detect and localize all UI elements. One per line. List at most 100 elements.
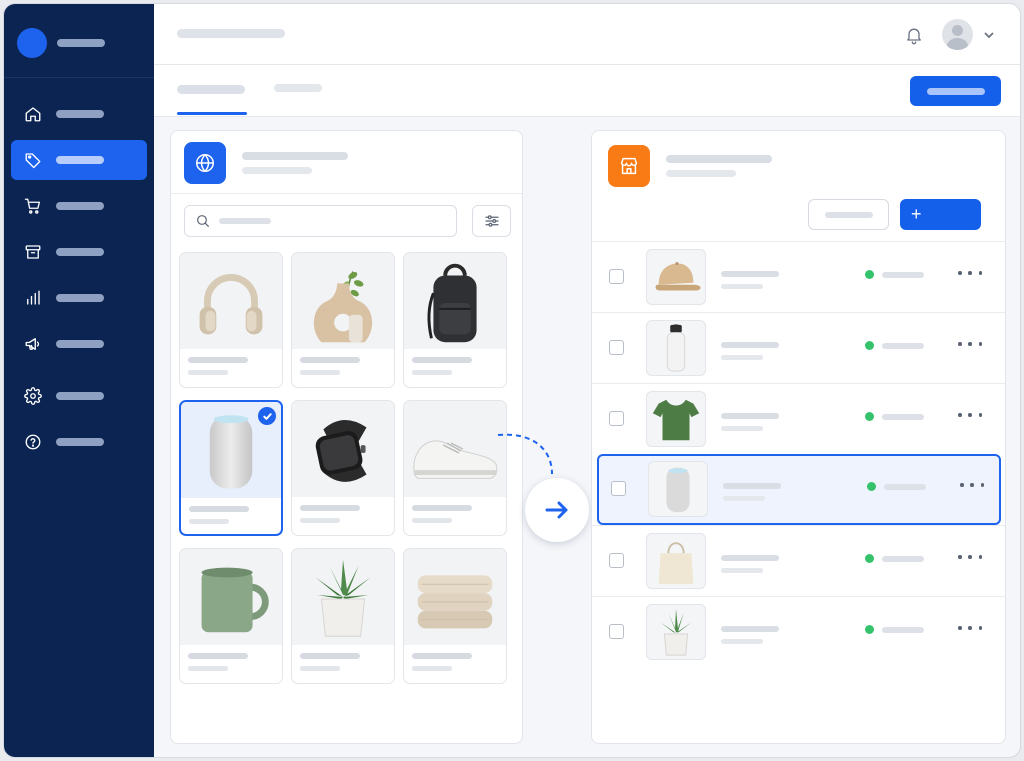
filter-button[interactable] [472, 205, 511, 237]
sliders-icon [484, 215, 499, 227]
tab-second[interactable] [274, 84, 322, 92]
home-icon [25, 107, 41, 122]
primary-action-button[interactable] [910, 76, 1001, 106]
bar-chart-icon [27, 290, 40, 305]
app-window: + [3, 3, 1021, 758]
catalog-header-icon [184, 142, 226, 184]
sidebar-item-marketing[interactable] [11, 324, 147, 364]
sidebar-item-help[interactable] [11, 422, 147, 462]
row-checkbox[interactable] [609, 553, 624, 568]
product-card-selected[interactable] [179, 400, 283, 536]
status-active-dot [865, 554, 874, 563]
search-input[interactable] [184, 205, 457, 237]
megaphone-icon [25, 338, 40, 350]
sidebar-item-home[interactable] [11, 94, 147, 134]
row-checkbox[interactable] [609, 411, 624, 426]
status-active-dot [865, 341, 874, 350]
product-card[interactable] [291, 548, 395, 684]
secondary-action-button[interactable] [808, 199, 889, 230]
status-active-dot [865, 270, 874, 279]
help-icon [25, 434, 41, 450]
brand-name-placeholder [57, 39, 105, 47]
list-item[interactable] [592, 312, 1005, 383]
store-subtitle-placeholder [666, 170, 736, 177]
top-bar [154, 4, 1020, 65]
row-checkbox[interactable] [609, 624, 624, 639]
storefront-icon [620, 157, 638, 175]
sidebar-item-label [56, 294, 104, 302]
more-options-icon[interactable] [960, 476, 984, 494]
status-active-dot [865, 625, 874, 634]
add-product-button[interactable]: + [900, 199, 981, 230]
list-item-highlighted[interactable] [597, 454, 1001, 525]
product-image-water-bottle [646, 320, 706, 376]
catalog-panel [170, 130, 523, 744]
more-options-icon[interactable] [958, 548, 982, 566]
product-card[interactable] [403, 252, 507, 388]
avatar[interactable] [942, 19, 973, 50]
list-item[interactable] [592, 525, 1005, 596]
arrow-right-icon [545, 501, 568, 519]
status-active-dot [867, 482, 876, 491]
search-icon [197, 215, 209, 227]
product-image-smart-speaker [648, 461, 708, 517]
product-card[interactable] [403, 400, 507, 536]
sidebar-item-orders[interactable] [11, 186, 147, 226]
sidebar-item-label [56, 156, 104, 164]
account-menu-toggle[interactable] [983, 28, 995, 40]
list-item[interactable] [592, 241, 1005, 312]
notifications-button[interactable] [904, 25, 924, 45]
status-active-dot [865, 412, 874, 421]
product-image-succulent [292, 549, 394, 645]
catalog-title-placeholder [242, 152, 348, 160]
selected-check-icon [258, 407, 276, 425]
brand[interactable] [17, 28, 105, 58]
transfer-button[interactable] [525, 478, 589, 542]
sidebar-item-label [56, 438, 104, 446]
primary-action-label-placeholder [926, 87, 985, 95]
page-title-placeholder [177, 29, 285, 38]
row-checkbox[interactable] [609, 340, 624, 355]
sidebar-item-label [56, 202, 104, 210]
sidebar-item-products[interactable] [11, 140, 147, 180]
more-options-icon[interactable] [958, 619, 982, 637]
sidebar-item-label [56, 248, 104, 256]
list-item[interactable] [592, 596, 1005, 667]
product-card[interactable] [179, 252, 283, 388]
globe-icon [196, 154, 214, 172]
sidebar-item-label [56, 110, 104, 118]
sidebar-nav [11, 94, 147, 468]
product-card[interactable] [179, 548, 283, 684]
tag-icon [25, 153, 41, 169]
product-card[interactable] [291, 252, 395, 388]
list-item[interactable] [592, 383, 1005, 454]
product-image-vase [292, 253, 394, 349]
sidebar-item-inventory[interactable] [11, 232, 147, 272]
product-image-headphones [180, 253, 282, 349]
store-title-placeholder [666, 155, 772, 163]
product-image-cap [646, 249, 706, 305]
tab-first[interactable] [177, 85, 245, 94]
search-placeholder [219, 218, 271, 224]
store-panel: + [591, 130, 1006, 744]
brand-logo [17, 28, 47, 58]
sidebar-item-label [56, 392, 104, 400]
more-options-icon[interactable] [958, 264, 982, 282]
product-image-smartwatch [292, 401, 394, 497]
sidebar-item-label [56, 340, 104, 348]
store-header-icon [608, 145, 650, 187]
row-checkbox[interactable] [609, 269, 624, 284]
sidebar-item-settings[interactable] [11, 376, 147, 416]
more-options-icon[interactable] [958, 335, 982, 353]
product-card[interactable] [403, 548, 507, 684]
chevron-down-icon [984, 32, 994, 39]
row-checkbox[interactable] [611, 481, 626, 496]
secondary-action-label-placeholder [824, 211, 873, 218]
product-image-tote-bag [646, 533, 706, 589]
product-card[interactable] [291, 400, 395, 536]
product-grid [179, 252, 511, 684]
more-options-icon[interactable] [958, 406, 982, 424]
sidebar-item-analytics[interactable] [11, 278, 147, 318]
tabs-bar [154, 65, 1020, 117]
product-image-succulent [646, 604, 706, 660]
